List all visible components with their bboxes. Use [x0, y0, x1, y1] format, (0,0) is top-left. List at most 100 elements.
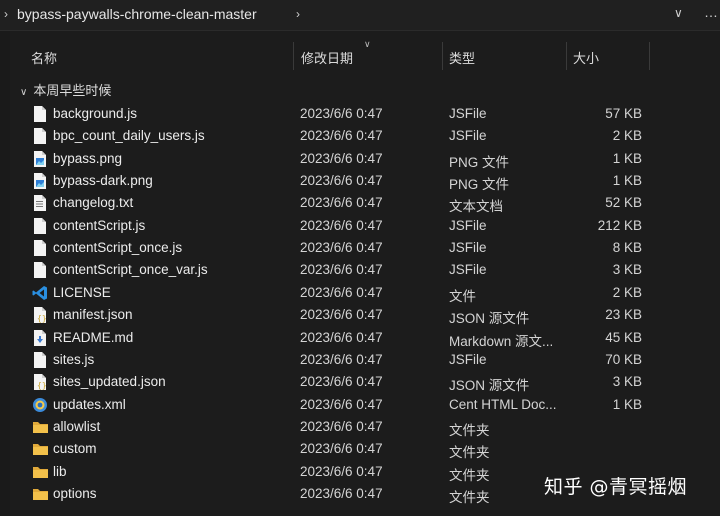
image-file-icon: [32, 150, 48, 168]
breadcrumb-chevron-icon[interactable]: ›: [4, 7, 8, 21]
file-type: 文本文档: [449, 199, 503, 215]
file-row[interactable]: background.js 2023/6/6 0:47 JSFile 57 KB: [0, 103, 720, 125]
file-name: bypass.png: [53, 150, 123, 166]
chevron-down-icon[interactable]: ∨: [674, 6, 683, 20]
file-size: 2 KB: [612, 284, 642, 300]
file-date: 2023/6/6 0:47: [300, 284, 383, 300]
file-size: 57 KB: [605, 106, 642, 121]
file-size: 45 KB: [605, 329, 642, 345]
file-row[interactable]: bpc_count_daily_users.js 2023/6/6 0:47 J…: [0, 125, 720, 147]
file-name: manifest.json: [53, 307, 133, 323]
file-row[interactable]: contentScript_once.js 2023/6/6 0:47 JSFi…: [0, 237, 720, 259]
file-date: 2023/6/6 0:47: [300, 240, 383, 256]
file-row[interactable]: changelog.txt 2023/6/6 0:47 文本文档 52 KB: [0, 192, 720, 214]
column-name[interactable]: 名称: [31, 48, 57, 67]
file-size: 70 KB: [605, 351, 642, 367]
file-row[interactable]: {} manifest.json 2023/6/6 0:47 JSON 源文件 …: [0, 304, 720, 326]
folder-icon: [32, 418, 48, 436]
file-row[interactable]: {} sites_updated.json 2023/6/6 0:47 JSON…: [0, 371, 720, 393]
breadcrumb-separator-icon[interactable]: ›: [296, 7, 300, 21]
file-row[interactable]: custom 2023/6/6 0:47 文件夹: [0, 438, 720, 460]
file-type: JSON 源文件: [449, 378, 530, 394]
file-type: 文件夹: [449, 445, 490, 461]
file-type: JSFile: [449, 128, 487, 144]
file-type: JSFile: [449, 240, 487, 256]
file-name: bpc_count_daily_users.js: [53, 128, 205, 144]
file-type: PNG 文件: [449, 177, 510, 193]
file-name: background.js: [53, 106, 138, 121]
file-row[interactable]: sites.js 2023/6/6 0:47 JSFile 70 KB: [0, 349, 720, 371]
file-row[interactable]: bypass-dark.png 2023/6/6 0:47 PNG 文件 1 K…: [0, 170, 720, 192]
file-date: 2023/6/6 0:47: [300, 463, 383, 479]
file-row[interactable]: LICENSE 2023/6/6 0:47 文件 2 KB: [0, 282, 720, 304]
file-date: 2023/6/6 0:47: [300, 150, 383, 166]
column-divider[interactable]: [293, 42, 294, 70]
file-row[interactable]: README.md 2023/6/6 0:47 Markdown 源文... 4…: [0, 327, 720, 349]
file-date: 2023/6/6 0:47: [300, 262, 383, 278]
file-name: contentScript_once.js: [53, 240, 183, 256]
file-date: 2023/6/6 0:47: [300, 217, 383, 233]
file-size: 8 KB: [612, 240, 642, 256]
json-file-icon: {}: [32, 306, 48, 324]
file-date: 2023/6/6 0:47: [300, 173, 383, 189]
column-divider[interactable]: [566, 42, 567, 70]
file-size: 3 KB: [612, 262, 642, 278]
file-name: updates.xml: [53, 396, 126, 412]
file-name: LICENSE: [53, 284, 111, 300]
column-divider[interactable]: [649, 42, 650, 70]
file-date: 2023/6/6 0:47: [300, 106, 383, 121]
file-name: contentScript_once_var.js: [53, 262, 208, 278]
file-row[interactable]: updates.xml 2023/6/6 0:47 Cent HTML Doc.…: [0, 394, 720, 416]
file-row[interactable]: allowlist 2023/6/6 0:47 文件夹: [0, 416, 720, 438]
file-name: sites_updated.json: [53, 374, 166, 390]
file-size: 2 KB: [612, 128, 642, 144]
column-date[interactable]: 修改日期: [301, 48, 353, 67]
file-type: JSFile: [449, 351, 487, 367]
file-date: 2023/6/6 0:47: [300, 351, 383, 367]
file-date: 2023/6/6 0:47: [300, 485, 383, 501]
group-label: 本周早些时候: [33, 83, 112, 98]
file-row[interactable]: contentScript_once_var.js 2023/6/6 0:47 …: [0, 259, 720, 281]
file-date: 2023/6/6 0:47: [300, 374, 383, 390]
file-row[interactable]: contentScript.js 2023/6/6 0:47 JSFile 21…: [0, 215, 720, 237]
file-size: 1 KB: [612, 396, 642, 412]
column-size[interactable]: 大小: [573, 48, 599, 67]
chevron-down-icon[interactable]: ∨: [20, 87, 27, 98]
file-row[interactable]: bypass.png 2023/6/6 0:47 PNG 文件 1 KB: [0, 148, 720, 170]
file-size: 212 KB: [597, 217, 642, 233]
browser-file-icon: [32, 396, 48, 414]
breadcrumb-folder[interactable]: bypass-paywalls-chrome-clean-master: [17, 6, 257, 22]
column-type[interactable]: 类型: [449, 48, 475, 67]
file-type: JSFile: [449, 106, 487, 121]
file-name: options: [53, 485, 97, 501]
group-header[interactable]: ∨ 本周早些时候: [20, 80, 111, 99]
file-name: lib: [53, 463, 67, 479]
more-icon[interactable]: …: [704, 4, 718, 20]
json-file-icon: {}: [32, 373, 48, 391]
address-bar[interactable]: › bypass-paywalls-chrome-clean-master › …: [0, 0, 720, 31]
file-type: 文件夹: [449, 489, 490, 505]
file-date: 2023/6/6 0:47: [300, 128, 383, 144]
js-file-icon: [32, 105, 48, 123]
text-file-icon: [32, 194, 48, 212]
js-file-icon: [32, 127, 48, 145]
folder-icon: [32, 463, 48, 481]
file-name: custom: [53, 441, 97, 457]
file-type: 文件夹: [449, 467, 490, 483]
file-date: 2023/6/6 0:47: [300, 418, 383, 434]
column-divider[interactable]: [442, 42, 443, 70]
file-name: bypass-dark.png: [53, 173, 153, 189]
file-name: sites.js: [53, 351, 95, 367]
js-file-icon: [32, 239, 48, 257]
image-file-icon: [32, 172, 48, 190]
file-type: Cent HTML Doc...: [449, 396, 557, 412]
file-type: 文件夹: [449, 422, 490, 438]
file-date: 2023/6/6 0:47: [300, 307, 383, 323]
column-header: ∨ 名称 修改日期 类型 大小: [0, 30, 720, 74]
js-file-icon: [32, 351, 48, 369]
sort-arrow-icon: ∨: [364, 39, 371, 49]
file-type: JSFile: [449, 217, 487, 233]
file-type: JSON 源文件: [449, 311, 530, 327]
file-name: allowlist: [53, 418, 101, 434]
file-type: PNG 文件: [449, 154, 510, 170]
